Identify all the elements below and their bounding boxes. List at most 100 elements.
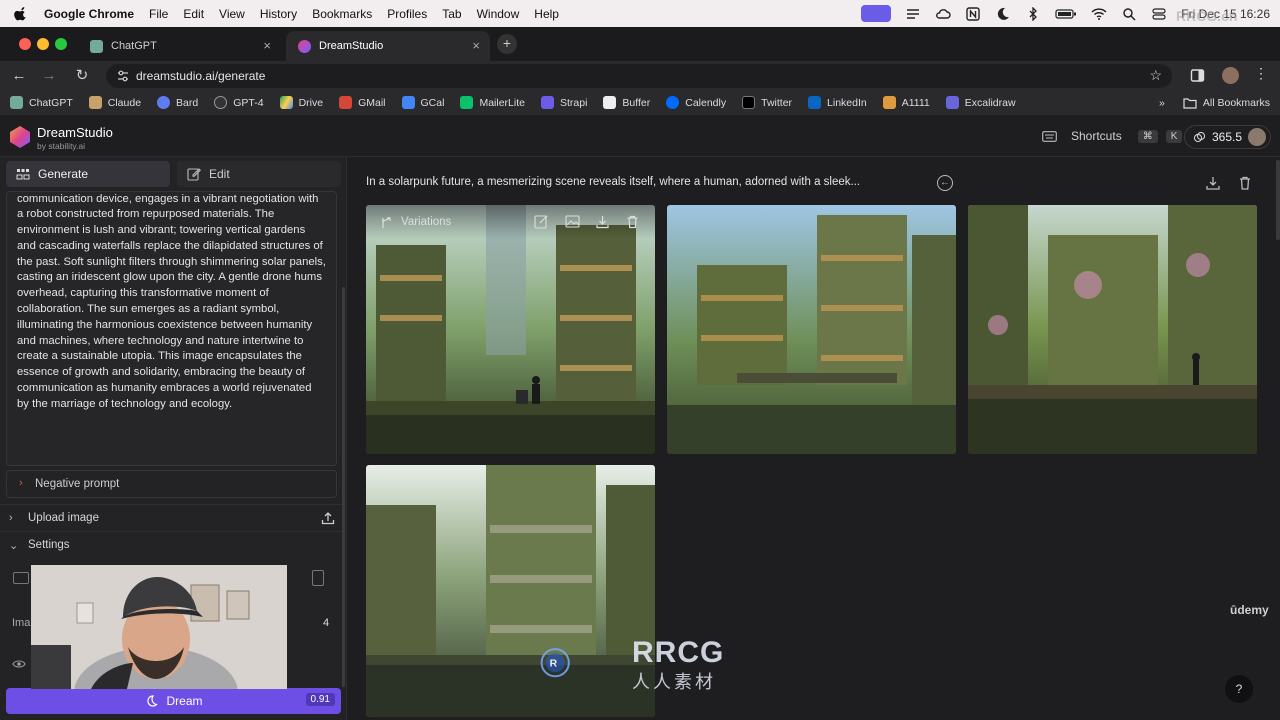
- bookmark-calendly[interactable]: Calendly: [666, 96, 726, 109]
- close-tab-icon[interactable]: ×: [472, 38, 480, 53]
- bookmark-excalidraw[interactable]: Excalidraw: [945, 96, 1016, 109]
- minimize-window-button[interactable]: [37, 38, 49, 50]
- bookmark-label: Claude: [107, 96, 142, 109]
- user-avatar[interactable]: [1248, 128, 1267, 146]
- moon-icon[interactable]: [995, 7, 1011, 21]
- download-icon[interactable]: [595, 214, 610, 229]
- tab-edit[interactable]: Edit: [177, 161, 341, 187]
- drive-icon: [279, 96, 293, 109]
- bookmark-gmail[interactable]: GMail: [339, 96, 386, 109]
- bookmark-label: MailerLite: [479, 96, 525, 109]
- variations-button[interactable]: Variations: [380, 216, 451, 229]
- edit-image-icon[interactable]: [534, 214, 549, 229]
- dreamstudio-favicon: [298, 39, 311, 53]
- aspect-ratio-portrait-icon[interactable]: [312, 570, 324, 586]
- help-button[interactable]: ?: [1225, 675, 1253, 703]
- bookmark-strapi[interactable]: Strapi: [540, 96, 587, 109]
- wifi-icon[interactable]: [1091, 7, 1107, 21]
- delete-all-icon[interactable]: [1237, 175, 1253, 191]
- side-panel-icon[interactable]: [1190, 68, 1205, 83]
- upload-image-section[interactable]: › Upload image: [0, 504, 345, 531]
- back-arrow-icon[interactable]: ←: [9, 66, 29, 86]
- control-center-icon[interactable]: [1151, 7, 1167, 21]
- bookmark-claude[interactable]: Claude: [88, 96, 142, 109]
- browser-tab-strip: ChatGPT × DreamStudio ×: [0, 27, 1280, 61]
- address-bar[interactable]: dreamstudio.ai/generate ☆: [106, 64, 1172, 88]
- chevron-right-icon: ›: [19, 477, 23, 489]
- generation-prompt-title[interactable]: In a solarpunk future, a mesmerizing sce…: [366, 176, 860, 188]
- eye-icon[interactable]: [12, 659, 26, 672]
- bookmark-star-icon[interactable]: ☆: [1149, 67, 1162, 84]
- menu-window[interactable]: Window: [477, 7, 520, 21]
- keyboard-icon: [1042, 130, 1057, 142]
- chrome-menu-icon[interactable]: ⋮: [1254, 65, 1268, 82]
- credits-button[interactable]: 365.5: [1184, 125, 1272, 149]
- settings-section[interactable]: ⌄ Settings: [0, 531, 345, 558]
- forward-arrow-icon[interactable]: →: [39, 66, 59, 86]
- prompt-text[interactable]: communication device, engages in a vibra…: [17, 192, 326, 413]
- menu-file[interactable]: File: [149, 7, 168, 21]
- spotlight-search-icon[interactable]: [1121, 7, 1137, 21]
- bookmark-drive[interactable]: Drive: [279, 96, 323, 109]
- prompt-textarea[interactable]: communication device, engages in a vibra…: [6, 191, 337, 466]
- download-all-icon[interactable]: [1205, 175, 1221, 191]
- bookmark-buffer[interactable]: Buffer: [603, 96, 650, 109]
- notion-icon[interactable]: [965, 6, 981, 21]
- aspect-ratio-landscape-icon[interactable]: [13, 572, 29, 584]
- dream-button[interactable]: Dream 0.91: [6, 688, 341, 714]
- image-to-image-icon[interactable]: [565, 214, 580, 229]
- battery-icon[interactable]: [1055, 7, 1077, 21]
- menu-edit[interactable]: Edit: [183, 7, 204, 21]
- trash-icon[interactable]: [625, 214, 640, 229]
- menu-view[interactable]: View: [219, 7, 245, 21]
- shortcuts-button[interactable]: Shortcuts ⌘ K: [1042, 129, 1183, 143]
- list-status-icon[interactable]: [905, 7, 921, 21]
- bookmark-mailerlite[interactable]: MailerLite: [460, 96, 525, 109]
- close-window-button[interactable]: [19, 38, 31, 50]
- bookmark-chatgpt[interactable]: ChatGPT: [10, 96, 73, 109]
- profile-avatar[interactable]: [1222, 67, 1239, 84]
- reuse-prompt-icon[interactable]: ←: [937, 175, 953, 191]
- upload-icon[interactable]: [321, 511, 335, 525]
- bookmark-a1111[interactable]: A1111: [882, 96, 930, 109]
- main-scrollbar[interactable]: [1276, 160, 1280, 240]
- bluetooth-icon[interactable]: [1025, 6, 1041, 21]
- tab-chatgpt[interactable]: ChatGPT ×: [78, 31, 281, 61]
- tab-generate[interactable]: Generate: [6, 161, 170, 187]
- close-tab-icon[interactable]: ×: [263, 38, 271, 53]
- cloud-status-icon[interactable]: [935, 7, 951, 21]
- zoom-window-button[interactable]: [55, 38, 67, 50]
- sidebar-scrollbar[interactable]: [342, 287, 345, 687]
- keyboard-status-icon[interactable]: [861, 5, 892, 22]
- a1111-icon: [882, 96, 896, 109]
- chatgpt-icon: [10, 96, 23, 109]
- bookmark-bard[interactable]: Bard: [157, 96, 198, 109]
- reload-icon[interactable]: ↻: [72, 66, 92, 86]
- bookmark-gcal[interactable]: GCal: [401, 96, 444, 109]
- tab-dreamstudio[interactable]: DreamStudio ×: [286, 31, 490, 61]
- all-bookmarks-button[interactable]: All Bookmarks: [1183, 97, 1270, 109]
- new-tab-button[interactable]: +: [497, 34, 517, 54]
- negative-prompt-toggle[interactable]: › Negative prompt: [6, 470, 337, 498]
- bookmark-twitter[interactable]: Twitter: [742, 96, 792, 109]
- generated-image-1[interactable]: Variations: [366, 205, 655, 454]
- apple-icon[interactable]: [14, 6, 28, 21]
- generated-image-3[interactable]: [968, 205, 1257, 454]
- bookmark-gpt-4[interactable]: GPT-4: [214, 96, 264, 109]
- generated-image-2[interactable]: [667, 205, 956, 454]
- image-count-value[interactable]: 4: [323, 617, 329, 629]
- menu-app-name[interactable]: Google Chrome: [44, 7, 134, 21]
- watermark-subtitle: 人人素材: [632, 672, 716, 692]
- menu-tab[interactable]: Tab: [442, 7, 461, 21]
- dreamstudio-logo-icon[interactable]: [8, 125, 32, 149]
- site-settings-icon[interactable]: [116, 69, 130, 83]
- dream-cost-badge: 0.91: [305, 693, 335, 706]
- bookmark-linkedin[interactable]: LinkedIn: [808, 96, 867, 109]
- menu-bookmarks[interactable]: Bookmarks: [312, 7, 372, 21]
- url-text[interactable]: dreamstudio.ai/generate: [136, 69, 265, 83]
- bookmarks-overflow-icon[interactable]: »: [1159, 97, 1165, 109]
- menu-help[interactable]: Help: [534, 7, 559, 21]
- menu-profiles[interactable]: Profiles: [387, 7, 427, 21]
- menu-history[interactable]: History: [260, 7, 297, 21]
- claude-icon: [88, 96, 102, 109]
